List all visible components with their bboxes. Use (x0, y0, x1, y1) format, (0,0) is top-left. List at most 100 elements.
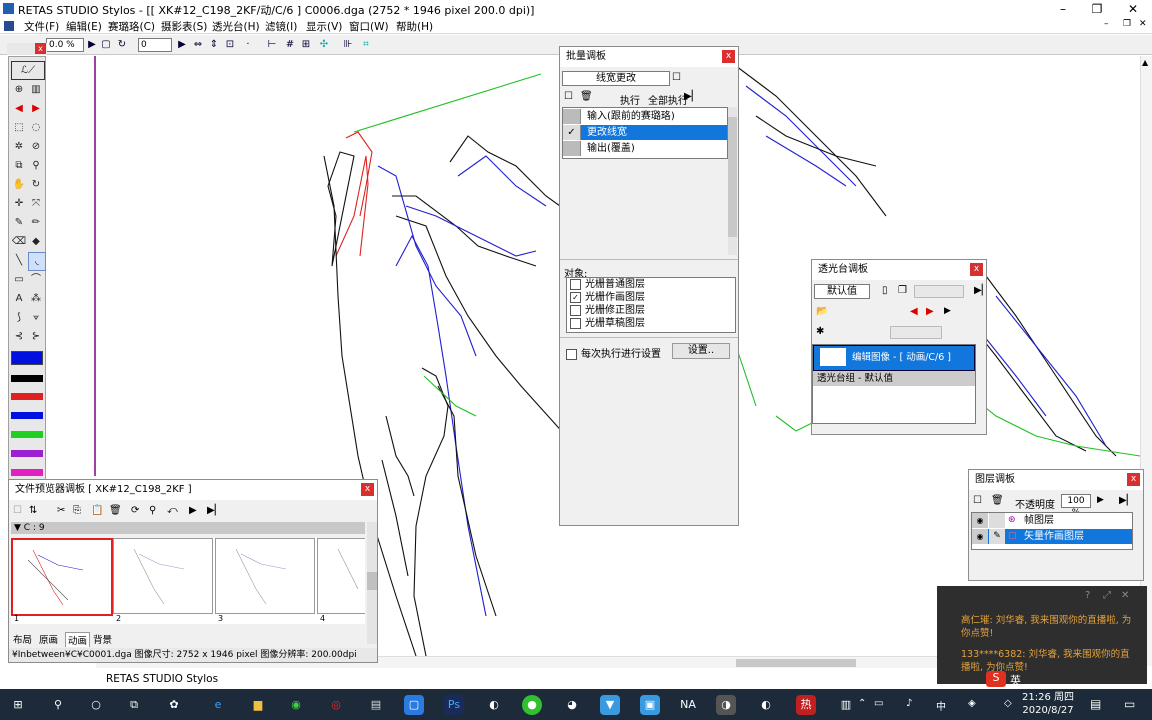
cortana-icon[interactable]: ○ (86, 695, 106, 715)
checkbox[interactable] (566, 348, 577, 360)
play-icon[interactable]: ▶ (189, 505, 197, 516)
notification-icon[interactable]: ▭ (1124, 697, 1135, 711)
layer-row[interactable]: ◉ ✎ ▢ 矢量作画图层 (972, 529, 1132, 544)
rotate-icon[interactable]: ↻ (116, 39, 128, 51)
close-icon[interactable]: ✕ (1121, 590, 1129, 601)
menu-cel[interactable]: 赛璐珞(C) (108, 19, 155, 34)
prev-icon[interactable]: ◀ (11, 100, 27, 117)
sync-icon[interactable]: ⇅ (29, 505, 37, 516)
snap-icon[interactable]: ✣ (318, 39, 330, 51)
checkbox[interactable] (570, 317, 581, 329)
exec-all-button[interactable]: 全部执行 (648, 92, 688, 107)
tab-inbetween[interactable]: 动画 (65, 632, 91, 647)
each-setting-option[interactable]: 每次执行进行设置 (566, 345, 661, 360)
cut-icon[interactable]: ✂ (57, 505, 65, 516)
volume-icon[interactable]: ♪ (906, 698, 912, 709)
lasso-icon[interactable]: ◌ (28, 119, 44, 136)
file-browser-close-icon[interactable]: x (361, 483, 374, 496)
tab-keyframe[interactable]: 原画 (39, 632, 58, 646)
target-item[interactable]: 光栅草稿图层 (567, 317, 735, 330)
rect-shape-icon[interactable]: ▭ (11, 271, 27, 288)
wechat-icon[interactable]: ◉ (286, 695, 306, 715)
browser-vscroll[interactable] (367, 522, 377, 644)
thumbnail[interactable] (215, 538, 315, 614)
tool-palette-close-icon[interactable]: x (35, 43, 46, 54)
qq-icon[interactable]: ◕ (562, 695, 582, 715)
step-toggle[interactable] (563, 109, 581, 124)
zoom-icon[interactable]: ⚲ (28, 157, 44, 174)
browser-scroll-thumb[interactable] (367, 572, 377, 590)
panel-menu-icon[interactable]: ▶▏ (684, 91, 699, 102)
lightbox-group[interactable]: 透光台组 - 默认值 (813, 371, 975, 386)
steam-icon[interactable]: ◐ (484, 695, 504, 715)
select-pen-icon[interactable]: ⊘ (28, 138, 44, 155)
check-icon[interactable]: ✓ (563, 125, 581, 140)
folder-header[interactable]: ▼ C : 9 (11, 522, 365, 534)
color-swatch-black[interactable] (11, 375, 43, 382)
tab-layout[interactable]: 布局 (13, 632, 32, 646)
menu-sheet[interactable]: 摄影表(S) (161, 19, 207, 34)
tray-up-icon[interactable]: ⌃ (858, 698, 866, 709)
mdi-restore-icon[interactable]: ❐ (1123, 19, 1131, 29)
page-icon[interactable]: ▢ (100, 39, 112, 51)
tray-app-icon[interactable]: ◇ (1004, 698, 1012, 709)
target-item[interactable]: 光栅修正图层 (567, 304, 735, 317)
arrow-right-icon[interactable]: ▶ (176, 39, 188, 51)
zoom-field[interactable]: 0.0 % (46, 38, 84, 52)
steam-icon[interactable]: ◐ (756, 695, 776, 715)
flip-h-icon[interactable]: ⇔ (192, 39, 204, 51)
paste-icon[interactable]: 📋 (91, 505, 103, 516)
new-step-icon[interactable]: ☐ (564, 91, 573, 102)
new-layer-icon[interactable]: ☐ (973, 495, 982, 506)
scroll-up-icon[interactable]: ▲ (1142, 58, 1148, 67)
transform-icon[interactable]: ✱ (816, 326, 824, 337)
color-swatch-blue[interactable] (11, 412, 43, 419)
color-swatch-magenta[interactable] (11, 469, 43, 476)
target-item[interactable]: ✓ 光栅作画图层 (567, 291, 735, 304)
panel-menu-icon[interactable]: ▶▏ (1119, 495, 1134, 506)
ruler-icon[interactable]: ⊪ (342, 39, 354, 51)
clock[interactable]: 21:26 周四 2020/8/27 (1020, 691, 1076, 717)
vector-pen-icon[interactable]: ⟆ (11, 309, 27, 326)
notes-icon[interactable]: ▤ (1090, 697, 1101, 711)
center-icon[interactable]: · (242, 39, 254, 51)
app-icon[interactable]: ● (522, 695, 542, 715)
lightbox-item[interactable]: 编辑图像 - [ 动画/C/6 ] C0... (813, 345, 975, 387)
batch-preset-select[interactable]: 线宽更改 (562, 71, 670, 86)
task-view-icon[interactable]: ⧉ (124, 695, 144, 715)
app-icon[interactable]: ▢ (404, 695, 424, 715)
grid-icon[interactable]: # (284, 39, 296, 51)
rect-select-icon[interactable]: ⬚ (11, 119, 27, 136)
tab-background[interactable]: 背景 (93, 632, 112, 646)
fit-icon[interactable]: ⊡ (224, 39, 236, 51)
app-icon[interactable]: ▤ (366, 695, 386, 715)
line-icon[interactable]: ╲ (11, 252, 27, 269)
vector-fill-icon[interactable]: ⊱ (28, 328, 44, 345)
checkbox[interactable] (570, 278, 581, 290)
delete-step-icon[interactable]: 🗑 (580, 91, 593, 102)
target-item[interactable]: 光栅普通图层 (567, 278, 735, 291)
airbrush-icon[interactable]: ⁂ (28, 290, 44, 307)
fill-icon[interactable]: ◆ (28, 233, 44, 250)
hand-icon[interactable]: ✋ (11, 176, 27, 193)
flip-v-icon[interactable]: ⇕ (208, 39, 220, 51)
step-toggle[interactable] (563, 141, 581, 156)
prev-icon[interactable]: ◀ (910, 306, 918, 317)
panel-menu-icon[interactable]: ▶▏ (974, 285, 989, 296)
exec-button[interactable]: 执行 (620, 92, 640, 107)
opacity-arrow-icon[interactable]: ▶ (1097, 495, 1104, 505)
collapse-icon[interactable]: ▼ (14, 523, 21, 533)
photoshop-icon[interactable]: Ps (444, 695, 464, 715)
eye-icon[interactable]: ◉ (972, 529, 988, 544)
play-icon[interactable]: ▶ (944, 306, 951, 316)
crosshair-icon[interactable]: ✛ (11, 195, 27, 212)
netease-music-icon[interactable]: ◎ (326, 695, 346, 715)
thumbnail[interactable] (317, 538, 365, 614)
layer-row[interactable]: ◉ ⊛ 帧图层 (972, 513, 1132, 528)
magic-wand-icon[interactable]: ✲ (11, 138, 27, 155)
copy-icon[interactable]: ❐ (898, 285, 907, 296)
pen-icon[interactable]: ✎ (11, 214, 27, 231)
grid2-icon[interactable]: ⊞ (300, 39, 312, 51)
batch-step[interactable]: ✓ 更改线宽 (563, 125, 727, 140)
delete-layer-icon[interactable]: 🗑 (991, 495, 1004, 506)
